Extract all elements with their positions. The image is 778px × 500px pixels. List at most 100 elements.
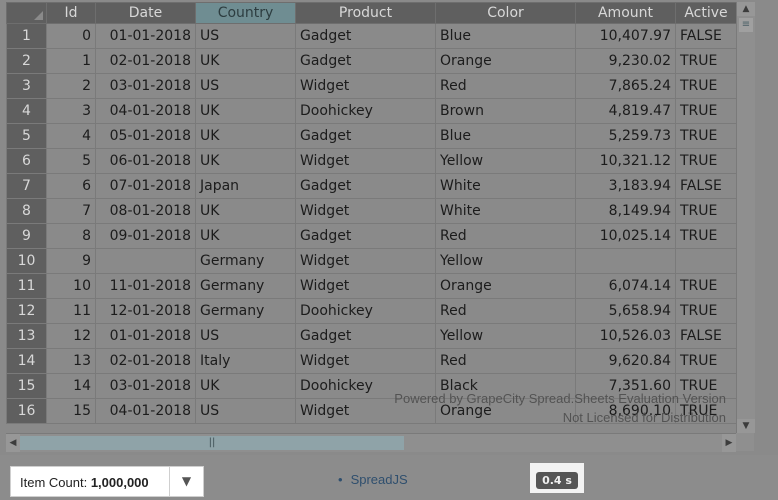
cell-date[interactable]: 03-01-2018 bbox=[95, 73, 196, 99]
cell-product[interactable]: Doohickey bbox=[295, 98, 436, 124]
cell-date[interactable]: 04-01-2018 bbox=[95, 98, 196, 124]
table-row[interactable]: 11 10 11-01-2018 Germany Widget Orange 6,074.1… bbox=[6, 273, 737, 299]
cell-date[interactable]: 02-01-2018 bbox=[95, 48, 196, 74]
column-header-date[interactable]: Date bbox=[95, 2, 196, 24]
column-header-id[interactable]: Id bbox=[46, 2, 96, 24]
row-header[interactable]: 10 bbox=[6, 248, 47, 274]
cell-amount[interactable]: 5,259.73 bbox=[575, 123, 676, 149]
table-row[interactable]: 9 8 09-01-2018 UK Gadget Red 10,025.14 TRUE bbox=[6, 223, 737, 249]
row-header[interactable]: 13 bbox=[6, 323, 47, 349]
table-row[interactable]: 2 1 02-01-2018 UK Gadget Orange 9,230.02 TRUE bbox=[6, 48, 737, 74]
cell-date[interactable]: 12-01-2018 bbox=[95, 298, 196, 324]
table-row[interactable]: 13 12 01-01-2018 US Gadget Yellow 10,526.03 FAL… bbox=[6, 323, 737, 349]
column-header-country[interactable]: Country bbox=[195, 2, 296, 24]
table-row[interactable]: 14 13 02-01-2018 Italy Widget Red 9,620.84 TRUE bbox=[6, 348, 737, 374]
vertical-scrollbar[interactable]: ▲ ≡ ▼ bbox=[736, 2, 755, 433]
cell-active[interactable]: TRUE bbox=[675, 348, 737, 374]
cell-color[interactable]: Orange bbox=[435, 273, 576, 299]
cell-id[interactable]: 7 bbox=[46, 198, 96, 224]
cell-amount[interactable]: 5,658.94 bbox=[575, 298, 676, 324]
row-header[interactable]: 5 bbox=[6, 123, 47, 149]
horizontal-scroll-thumb[interactable]: || bbox=[20, 436, 404, 450]
cell-amount[interactable] bbox=[575, 248, 676, 274]
cell-date[interactable]: 11-01-2018 bbox=[95, 273, 196, 299]
cell-color[interactable]: Blue bbox=[435, 123, 576, 149]
row-header[interactable]: 7 bbox=[6, 173, 47, 199]
cell-country[interactable]: UK bbox=[195, 123, 296, 149]
cell-date[interactable]: 06-01-2018 bbox=[95, 148, 196, 174]
cell-country[interactable]: Japan bbox=[195, 173, 296, 199]
cell-product[interactable]: Widget bbox=[295, 248, 436, 274]
cell-country[interactable]: UK bbox=[195, 223, 296, 249]
cell-id[interactable]: 6 bbox=[46, 173, 96, 199]
cell-id[interactable]: 11 bbox=[46, 298, 96, 324]
cell-id[interactable]: 8 bbox=[46, 223, 96, 249]
cell-color[interactable]: Yellow bbox=[435, 148, 576, 174]
cell-id[interactable]: 4 bbox=[46, 123, 96, 149]
cell-date[interactable] bbox=[95, 248, 196, 274]
spreadjs-link-text[interactable]: SpreadJS bbox=[351, 472, 408, 487]
vertical-scroll-thumb[interactable]: ≡ bbox=[739, 18, 753, 32]
cell-country[interactable]: US bbox=[195, 73, 296, 99]
cell-amount[interactable]: 10,407.97 bbox=[575, 23, 676, 49]
row-header[interactable]: 6 bbox=[6, 148, 47, 174]
cell-amount[interactable]: 9,230.02 bbox=[575, 48, 676, 74]
cell-id[interactable]: 13 bbox=[46, 348, 96, 374]
cell-country[interactable]: UK bbox=[195, 98, 296, 124]
cell-active[interactable]: TRUE bbox=[675, 48, 737, 74]
cell-id[interactable]: 14 bbox=[46, 373, 96, 399]
cell-active[interactable]: FALSE bbox=[675, 173, 737, 199]
table-row[interactable]: 5 4 05-01-2018 UK Gadget Blue 5,259.73 TRUE bbox=[6, 123, 737, 149]
table-row[interactable]: 7 6 07-01-2018 Japan Gadget White 3,183.94 FALS… bbox=[6, 173, 737, 199]
cell-country[interactable]: Italy bbox=[195, 348, 296, 374]
row-header[interactable]: 9 bbox=[6, 223, 47, 249]
cell-amount[interactable]: 7,865.24 bbox=[575, 73, 676, 99]
row-header[interactable]: 16 bbox=[6, 398, 47, 424]
cell-product[interactable]: Doohickey bbox=[295, 298, 436, 324]
cell-date[interactable]: 05-01-2018 bbox=[95, 123, 196, 149]
arrow-left-icon[interactable]: ◀ bbox=[6, 434, 20, 452]
arrow-up-icon[interactable]: ▲ bbox=[737, 2, 755, 16]
cell-id[interactable]: 5 bbox=[46, 148, 96, 174]
cell-id[interactable]: 12 bbox=[46, 323, 96, 349]
cell-amount[interactable]: 9,620.84 bbox=[575, 348, 676, 374]
cell-country[interactable]: US bbox=[195, 323, 296, 349]
table-row[interactable]: 10 9 Germany Widget Yellow bbox=[6, 248, 737, 274]
cell-color[interactable]: Red bbox=[435, 298, 576, 324]
column-header-color[interactable]: Color bbox=[435, 2, 576, 24]
table-row[interactable]: 12 11 12-01-2018 Germany Doohickey Red 5,658.9… bbox=[6, 298, 737, 324]
cell-active[interactable]: TRUE bbox=[675, 198, 737, 224]
table-row[interactable]: 4 3 04-01-2018 UK Doohickey Brown 4,819.47 TRUE bbox=[6, 98, 737, 124]
cell-product[interactable]: Widget bbox=[295, 148, 436, 174]
item-count-select[interactable]: Item Count: 1,000,000 ▼ bbox=[10, 466, 204, 497]
table-row[interactable]: 6 5 06-01-2018 UK Widget Yellow 10,321.12 TRUE bbox=[6, 148, 737, 174]
chevron-down-icon[interactable]: ▼ bbox=[169, 467, 203, 496]
cell-product[interactable]: Gadget bbox=[295, 173, 436, 199]
cell-active[interactable]: TRUE bbox=[675, 73, 737, 99]
cell-active[interactable]: TRUE bbox=[675, 273, 737, 299]
cell-color[interactable]: Orange bbox=[435, 48, 576, 74]
cell-date[interactable]: 04-01-2018 bbox=[95, 398, 196, 424]
cell-amount[interactable]: 3,183.94 bbox=[575, 173, 676, 199]
row-header[interactable]: 15 bbox=[6, 373, 47, 399]
cell-country[interactable]: Germany bbox=[195, 273, 296, 299]
cell-color[interactable]: Red bbox=[435, 223, 576, 249]
cell-date[interactable]: 01-01-2018 bbox=[95, 323, 196, 349]
cell-amount[interactable]: 8,149.94 bbox=[575, 198, 676, 224]
column-header-product[interactable]: Product bbox=[295, 2, 436, 24]
cell-color[interactable]: Blue bbox=[435, 23, 576, 49]
cell-date[interactable]: 07-01-2018 bbox=[95, 173, 196, 199]
cell-date[interactable]: 09-01-2018 bbox=[95, 223, 196, 249]
cell-active[interactable]: TRUE bbox=[675, 148, 737, 174]
spreadjs-link[interactable]: • SpreadJS bbox=[338, 472, 408, 487]
cell-product[interactable]: Gadget bbox=[295, 48, 436, 74]
cell-id[interactable]: 15 bbox=[46, 398, 96, 424]
cell-id[interactable]: 10 bbox=[46, 273, 96, 299]
cell-active[interactable] bbox=[675, 248, 737, 274]
cell-active[interactable]: FALSE bbox=[675, 23, 737, 49]
cell-product[interactable]: Widget bbox=[295, 73, 436, 99]
cell-color[interactable]: Red bbox=[435, 73, 576, 99]
cell-product[interactable]: Gadget bbox=[295, 23, 436, 49]
cell-product[interactable]: Widget bbox=[295, 348, 436, 374]
cell-amount[interactable]: 10,025.14 bbox=[575, 223, 676, 249]
